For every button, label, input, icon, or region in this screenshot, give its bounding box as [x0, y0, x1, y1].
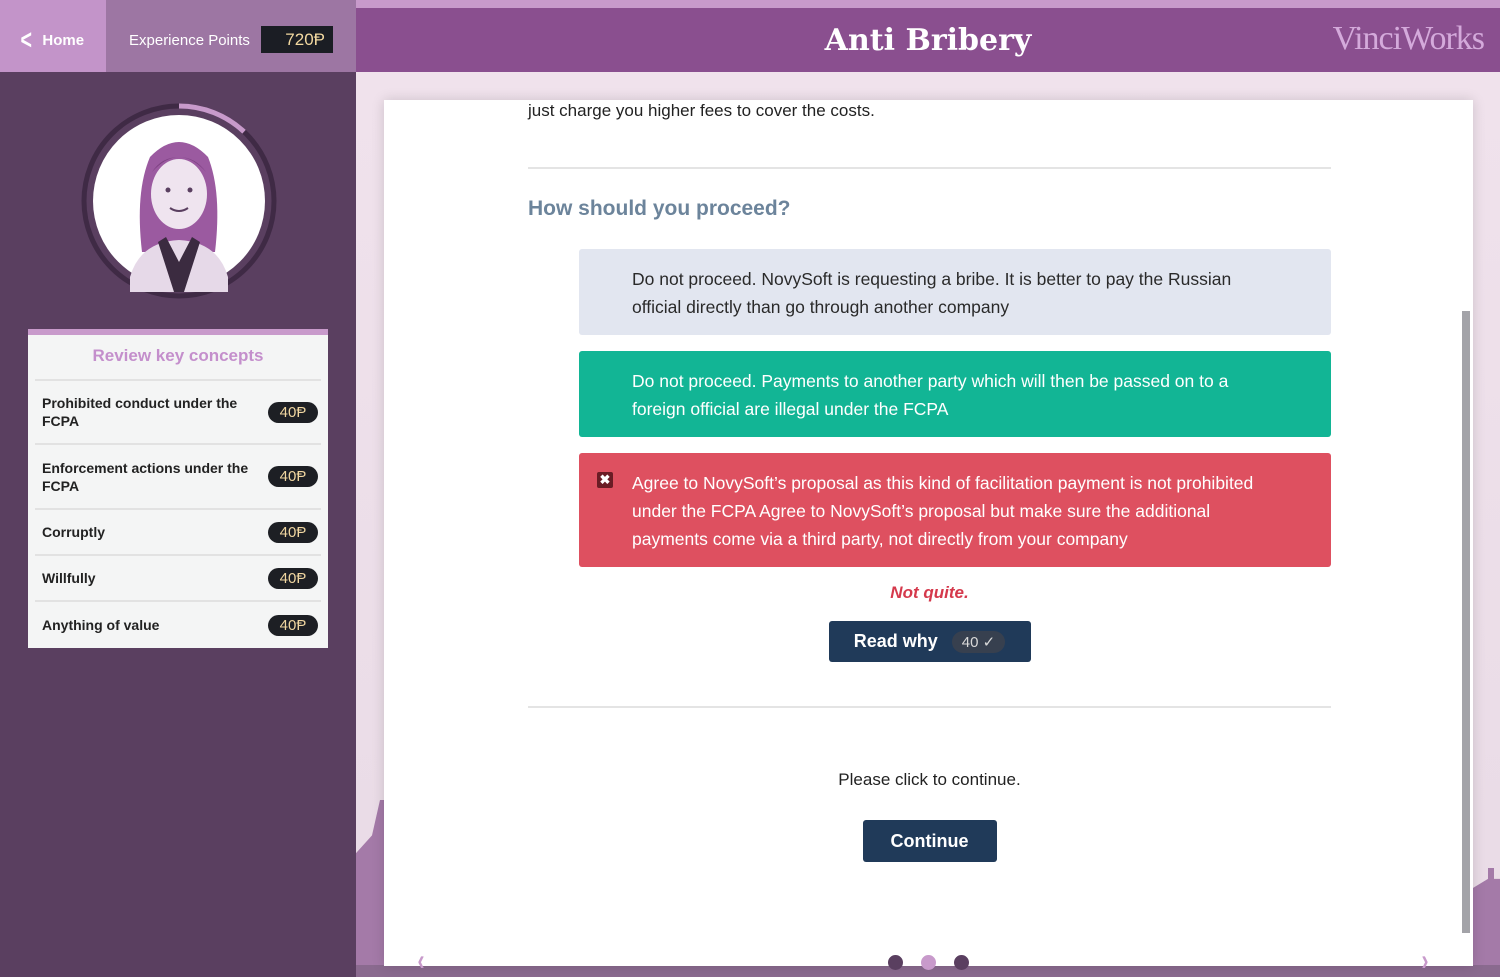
concept-item[interactable]: Willfully 40Ᵽ	[35, 556, 321, 602]
chevron-left-icon: <	[20, 24, 32, 55]
read-why-points-badge: 40 ✓	[951, 630, 1006, 653]
concept-item[interactable]: Corruptly 40Ᵽ	[35, 510, 321, 556]
sidebar: Review key concepts Prohibited conduct u…	[0, 72, 356, 977]
key-concepts-panel: Review key concepts Prohibited conduct u…	[28, 329, 328, 648]
divider	[528, 167, 1331, 169]
brand-logo: VinciWorks	[1332, 20, 1485, 57]
avatar	[81, 103, 277, 299]
read-why-label: Read why	[853, 631, 938, 651]
page-title: Anti Bribery	[824, 22, 1032, 58]
concept-item[interactable]: Enforcement actions under the FCPA 40Ᵽ	[35, 445, 321, 510]
concept-item[interactable]: Prohibited conduct under the FCPA 40Ᵽ	[35, 381, 321, 445]
scenario-text: just charge you higher fees to cover the…	[528, 101, 875, 120]
concept-item[interactable]: Anything of value 40Ᵽ	[35, 602, 321, 648]
question-heading: How should you proceed?	[528, 197, 791, 220]
feedback-text: Not quite.	[890, 583, 969, 602]
option-text: Do not proceed. Payments to another part…	[632, 371, 1229, 419]
question-panel: just charge you higher fees to cover the…	[384, 100, 1473, 966]
continue-prompt: Please click to continue.	[838, 770, 1021, 789]
prev-page-icon[interactable]: ‹	[418, 944, 425, 977]
home-label: Home	[42, 31, 85, 49]
concept-points-badge: 40Ᵽ	[268, 614, 318, 636]
answer-option-neutral[interactable]: Do not proceed. NovySoft is requesting a…	[579, 249, 1331, 335]
answer-option-wrong[interactable]: ✖ Agree to NovySoft’s proposal as this k…	[579, 453, 1331, 567]
top-bar: < Home Experience Points 720Ᵽ Anti Bribe…	[0, 0, 1500, 80]
concepts-title: Review key concepts	[35, 335, 321, 381]
concept-points-badge: 40Ᵽ	[268, 521, 318, 543]
concept-points-badge: 40Ᵽ	[268, 567, 318, 589]
divider	[528, 706, 1331, 708]
answer-option-correct[interactable]: Do not proceed. Payments to another part…	[579, 351, 1331, 437]
experience-points: Experience Points 720Ᵽ	[106, 0, 356, 80]
next-page-icon[interactable]: ›	[1422, 944, 1429, 977]
x-icon: ✖	[597, 472, 613, 488]
read-why-button[interactable]: Read why 40 ✓	[828, 621, 1031, 662]
pagination-dots	[888, 955, 969, 970]
concept-label: Willfully	[42, 570, 96, 586]
option-text: Do not proceed. NovySoft is requesting a…	[632, 269, 1232, 317]
xp-label: Experience Points	[129, 31, 250, 49]
concept-label: Corruptly	[42, 524, 105, 540]
concept-label: Prohibited conduct under the FCPA	[42, 395, 238, 429]
concept-label: Anything of value	[42, 617, 160, 633]
scrollbar[interactable]	[1462, 311, 1470, 933]
home-button[interactable]: < Home	[0, 0, 106, 80]
concept-label: Enforcement actions under the FCPA	[42, 459, 249, 494]
pagination-dot[interactable]	[954, 955, 969, 970]
pagination-dot[interactable]	[888, 955, 903, 970]
option-text: Agree to NovySoft’s proposal as this kin…	[632, 473, 1254, 549]
answer-options: Do not proceed. NovySoft is requesting a…	[579, 249, 1331, 567]
continue-button[interactable]: Continue	[862, 820, 997, 862]
concept-points-badge: 40Ᵽ	[268, 466, 318, 487]
xp-value: 720Ᵽ	[261, 26, 333, 53]
concept-points-badge: 40Ᵽ	[268, 401, 318, 423]
pagination-dot[interactable]	[921, 955, 936, 970]
